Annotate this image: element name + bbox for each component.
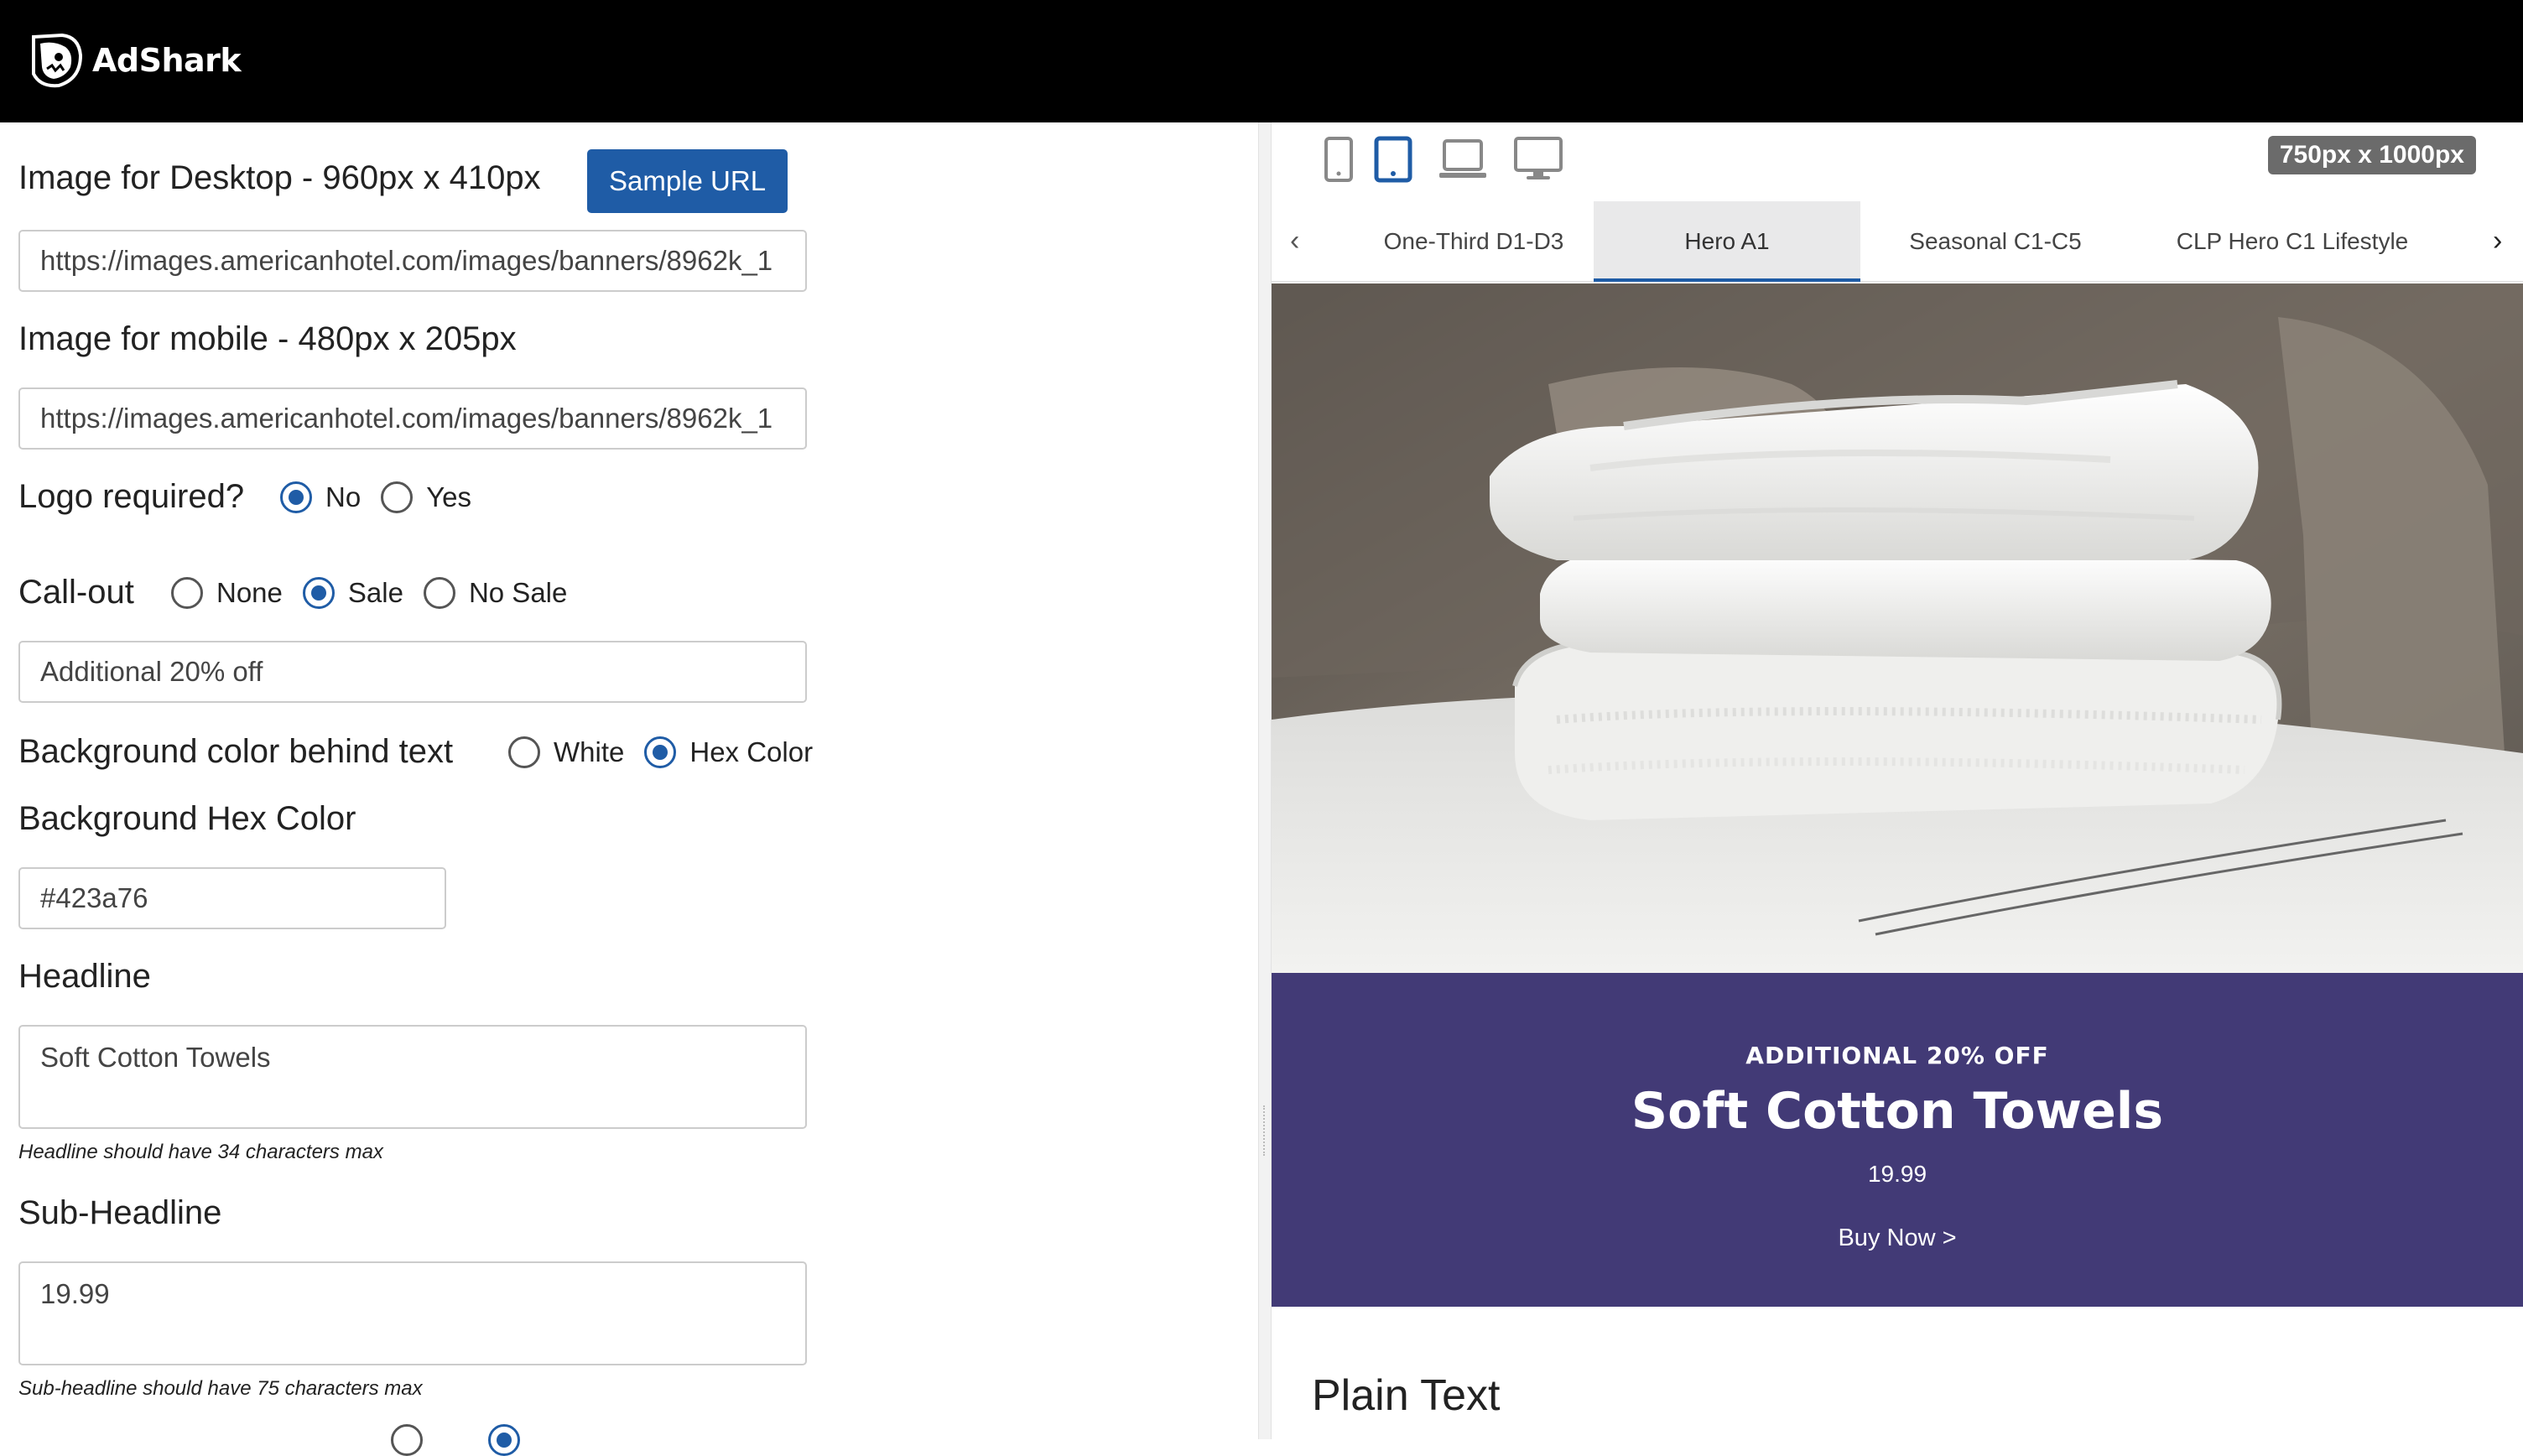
hero-promo-block: ADDITIONAL 20% OFF Soft Cotton Towels 19… (1272, 973, 2523, 1307)
callout-sale-label: Sale (347, 577, 403, 608)
callout-none-label: None (216, 577, 283, 608)
laptop-icon[interactable] (1438, 136, 1488, 183)
bg-white-radio[interactable] (508, 736, 540, 768)
tab-clp-hero[interactable]: CLP Hero C1 Lifestyle (2129, 201, 2456, 282)
logo-yes-label: Yes (426, 481, 472, 512)
callout-radio-group: None Sale No Sale (171, 577, 587, 609)
phone-icon[interactable] (1324, 136, 1354, 183)
template-tabs: ‹ One-Third D1-D3 Hero A1 Seasonal C1-C5… (1272, 201, 2523, 282)
tab-one-third[interactable]: One-Third D1-D3 (1345, 201, 1602, 282)
cutoff-radio-2[interactable] (488, 1424, 520, 1456)
tablet-icon[interactable] (1374, 136, 1412, 183)
subheadline-hint: Sub-headline should have 75 characters m… (18, 1377, 423, 1400)
hero-towels-image (1272, 283, 2523, 973)
sample-url-button[interactable]: Sample URL (587, 149, 788, 213)
promo-subheadline: 19.99 (1867, 1161, 1927, 1187)
logo-no-label: No (325, 481, 362, 512)
promo-callout: ADDITIONAL 20% OFF (1745, 1042, 2049, 1069)
viewport-size-badge: 750px x 1000px (2267, 136, 2476, 174)
logo-required-radio-group: No Yes (280, 481, 492, 513)
preview-panel: 750px x 1000px ‹ One-Third D1-D3 Hero A1… (1272, 122, 2523, 1439)
tab-seasonal[interactable]: Seasonal C1-C5 (1862, 201, 2129, 282)
desktop-image-label: Image for Desktop - 960px x 410px (18, 159, 541, 196)
subheadline-label: Sub-Headline (18, 1194, 222, 1231)
callout-no-sale-label: No Sale (468, 577, 568, 608)
app-name: AdShark (92, 42, 242, 79)
bg-hex-color-label: Background Hex Color (18, 800, 356, 837)
form-panel: Image for Desktop - 960px x 410px Sample… (0, 122, 1258, 1456)
bg-behind-text-radio-group: White Hex Color (508, 736, 833, 768)
logo-no-radio[interactable] (280, 481, 312, 513)
headline-textarea[interactable]: Soft Cotton Towels (18, 1025, 807, 1129)
top-bar: AdShark (0, 0, 2523, 122)
resize-grip-icon[interactable] (1263, 1105, 1267, 1156)
headline-hint: Headline should have 34 characters max (18, 1141, 383, 1163)
logo-required-label: Logo required? (18, 478, 245, 515)
callout-none-radio[interactable] (171, 577, 203, 609)
promo-buy-now-link[interactable]: Buy Now > (1272, 1225, 2523, 1252)
desktop-icon[interactable] (1513, 136, 1563, 183)
callout-no-sale-radio[interactable] (423, 577, 455, 609)
app-logo[interactable]: AdShark (29, 30, 242, 91)
bg-hex-radio[interactable] (644, 736, 677, 768)
callout-sale-radio[interactable] (302, 577, 335, 609)
panel-resizer[interactable] (1258, 122, 1272, 1439)
bg-hex-color-input[interactable]: #423a76 (18, 867, 446, 929)
desktop-image-url-input[interactable]: https://images.americanhotel.com/images/… (18, 230, 807, 292)
headline-label: Headline (18, 958, 151, 995)
bg-white-label: White (554, 736, 625, 767)
promo-headline: Soft Cotton Towels (1631, 1082, 2164, 1141)
bg-hex-label: Hex Color (689, 736, 814, 767)
tabs-scroll-right-icon[interactable]: › (2493, 225, 2502, 257)
logo-yes-radio[interactable] (381, 481, 414, 513)
shark-logo-icon (32, 33, 83, 88)
callout-label: Call-out (18, 574, 134, 611)
tabs-scroll-left-icon[interactable]: ‹ (1290, 225, 1299, 257)
subheadline-textarea[interactable]: 19.99 (18, 1261, 807, 1365)
mobile-image-url-input[interactable]: https://images.americanhotel.com/images/… (18, 387, 807, 450)
mobile-image-label: Image for mobile - 480px x 205px (18, 320, 517, 357)
plain-text-heading: Plain Text (1312, 1371, 1501, 1420)
tab-hero-a1[interactable]: Hero A1 (1594, 201, 1860, 282)
cutoff-radio-1[interactable] (391, 1424, 423, 1456)
callout-text-input[interactable]: Additional 20% off (18, 641, 807, 703)
bg-behind-text-label: Background color behind text (18, 733, 454, 770)
